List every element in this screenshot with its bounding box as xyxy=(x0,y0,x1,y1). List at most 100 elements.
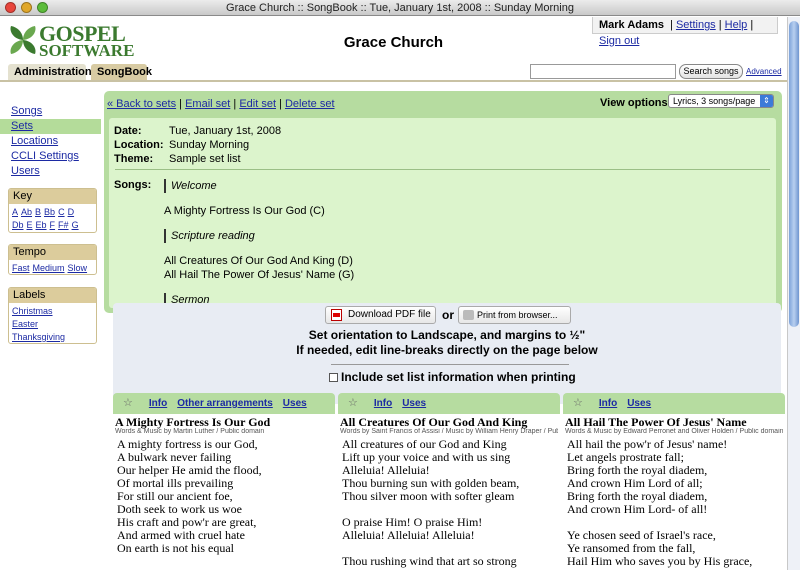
sidebar-item-locations[interactable]: Locations xyxy=(9,134,101,149)
view-options-select[interactable]: Lyrics, 3 songs/page ⇕ xyxy=(668,94,774,108)
lyric-verse: A mighty fortress is our God, A bulwark n… xyxy=(117,438,333,555)
songs-label: Songs: xyxy=(114,179,152,191)
tempo-medium-link[interactable]: Medium xyxy=(33,263,65,273)
other-arrangements-link[interactable]: Other arrangements xyxy=(177,398,273,409)
tempo-slow-link[interactable]: Slow xyxy=(68,263,88,273)
tab-songbook[interactable]: SongBook xyxy=(91,64,152,81)
key-f-link[interactable]: F xyxy=(50,220,56,230)
info-link[interactable]: Info xyxy=(149,398,167,409)
song-lyrics[interactable]: All hail the pow'r of Jesus' name! Let an… xyxy=(565,438,783,570)
key-eb-link[interactable]: Eb xyxy=(36,220,47,230)
email-set-link[interactable]: Email set xyxy=(185,98,230,110)
sidebar-nav: Songs Sets Locations CCLI Settings Users xyxy=(0,104,101,179)
location-label: Location: xyxy=(114,139,164,151)
theme-label: Theme: xyxy=(114,153,154,165)
lyric-line: Doth seek to work us woe xyxy=(117,502,242,516)
view-options-value: Lyrics, 3 songs/page xyxy=(673,96,756,106)
help-link[interactable]: Help xyxy=(725,19,748,31)
tab-administration[interactable]: Administration xyxy=(8,64,92,81)
tab-divider xyxy=(0,80,787,82)
window-titlebar: Grace Church :: SongBook :: Tue, January… xyxy=(0,0,800,16)
search-songs-button[interactable]: Search songs xyxy=(679,64,743,79)
lyric-line: Hail Him who saves you by His grace, xyxy=(567,554,753,568)
window-controls xyxy=(5,2,48,13)
search-input[interactable] xyxy=(530,64,676,79)
set-info-box: Date: Tue, January 1st, 2008 Location: Sun… xyxy=(109,118,776,308)
song-column-1: ☆ Info Other arrangements Uses A Mighty For… xyxy=(113,393,335,570)
zoom-window-button[interactable] xyxy=(37,2,48,13)
key-db-link[interactable]: Db xyxy=(12,220,24,230)
set-detail-panel: « Back to sets | Email set | Edit set | … xyxy=(104,91,782,313)
key-e-link[interactable]: E xyxy=(27,220,33,230)
song-title: All Creatures Of Our God And King xyxy=(340,415,528,429)
lyric-line: On earth is not his equal xyxy=(117,541,234,555)
lyric-line: And crown Him Lord of all; xyxy=(567,476,703,490)
print-from-browser-button[interactable]: Print from browser... xyxy=(458,306,571,324)
settings-link[interactable]: Settings xyxy=(676,19,716,31)
close-window-button[interactable] xyxy=(5,2,16,13)
view-options-label: View options: xyxy=(600,97,672,109)
lyric-line: Thou silver moon with softer gleam xyxy=(342,489,515,503)
song-column-2: ☆ Info Uses All Creatures Of Our God And K… xyxy=(338,393,560,570)
label-thanksgiving-link[interactable]: Thanksgiving xyxy=(12,332,65,342)
minimize-window-button[interactable] xyxy=(21,2,32,13)
date-value: Tue, January 1st, 2008 xyxy=(169,125,282,137)
key-b-link[interactable]: B xyxy=(35,207,41,217)
sidebar-item-songs[interactable]: Songs xyxy=(9,104,101,119)
lyric-verse: Ye chosen seed of Israel's race, Ye ranso… xyxy=(567,529,783,570)
list-item-section: Welcome xyxy=(164,179,354,193)
song-lyrics[interactable]: A mighty fortress is our God, A bulwark n… xyxy=(115,438,333,570)
set-actions: « Back to sets | Email set | Edit set | … xyxy=(107,98,335,110)
page: GOSPEL SOFTWARE Grace Church Mark Adams |… xyxy=(0,17,787,570)
set-info: Date: Tue, January 1st, 2008 Location: Sun… xyxy=(114,124,281,166)
key-a-link[interactable]: A xyxy=(12,207,18,217)
edit-set-link[interactable]: Edit set xyxy=(239,98,276,110)
info-link[interactable]: Info xyxy=(599,398,617,409)
info-link[interactable]: Info xyxy=(374,398,392,409)
download-pdf-button[interactable]: Download PDF file xyxy=(325,306,436,324)
uses-link[interactable]: Uses xyxy=(402,398,426,409)
star-icon[interactable]: ☆ xyxy=(123,397,133,409)
label-easter-link[interactable]: Easter xyxy=(12,319,38,329)
star-icon[interactable]: ☆ xyxy=(573,397,583,409)
sidebar-item-ccli-settings[interactable]: CCLI Settings xyxy=(9,149,101,164)
back-to-sets-link[interactable]: « Back to sets xyxy=(107,98,176,110)
lyric-line: And armed with cruel hate xyxy=(117,528,245,542)
song-title: All Hail The Power Of Jesus' Name xyxy=(565,415,747,429)
song-lyrics[interactable]: All creatures of our God and King Lift up… xyxy=(340,438,558,570)
label-christmas-link[interactable]: Christmas xyxy=(12,306,53,316)
or-text: or xyxy=(442,308,454,322)
song-credit: Words by Saint Francis of Assisi / Music… xyxy=(340,428,558,435)
print-from-browser-label: Print from browser... xyxy=(477,310,558,320)
sign-out-link[interactable]: Sign out xyxy=(599,35,639,47)
uses-link[interactable]: Uses xyxy=(283,398,307,409)
download-pdf-label: Download PDF file xyxy=(348,309,431,320)
key-d-link[interactable]: D xyxy=(68,207,75,217)
user-name: Mark Adams xyxy=(599,19,665,31)
lyric-line: All creatures of our God and King xyxy=(342,437,507,451)
include-info-checkbox[interactable]: Include set list information when printi… xyxy=(329,370,576,384)
key-g-link[interactable]: G xyxy=(72,220,79,230)
sidebar-item-users[interactable]: Users xyxy=(9,164,101,179)
lyric-line: Ye ransomed from the fall, xyxy=(567,541,696,555)
key-ab-link[interactable]: Ab xyxy=(21,207,32,217)
tempo-fast-link[interactable]: Fast xyxy=(12,263,30,273)
key-c-link[interactable]: C xyxy=(58,207,65,217)
vertical-scrollbar[interactable] xyxy=(787,17,800,570)
star-icon[interactable]: ☆ xyxy=(348,397,358,409)
location-value: Sunday Morning xyxy=(169,139,250,151)
date-label: Date: xyxy=(114,125,142,137)
key-fsharp-link[interactable]: F# xyxy=(58,220,69,230)
lyric-verse: Thou rushing wind that art so strongYe c… xyxy=(342,555,558,570)
sidebar-item-sets[interactable]: Sets xyxy=(0,119,101,134)
scrollbar-thumb[interactable] xyxy=(789,21,799,327)
uses-link[interactable]: Uses xyxy=(627,398,651,409)
advanced-search-link[interactable]: Advanced xyxy=(746,67,782,76)
lyric-line: Of mortal ills prevailing xyxy=(117,476,234,490)
list-item-song: All Creatures Of Our God And King (D) xyxy=(164,255,353,267)
delete-set-link[interactable]: Delete set xyxy=(285,98,335,110)
include-info-label: Include set list information when printi… xyxy=(341,370,576,384)
key-bb-link[interactable]: Bb xyxy=(44,207,55,217)
lyric-line: Thou rushing wind that art so strong xyxy=(342,554,517,568)
list-item-section: Scripture reading xyxy=(164,229,354,243)
